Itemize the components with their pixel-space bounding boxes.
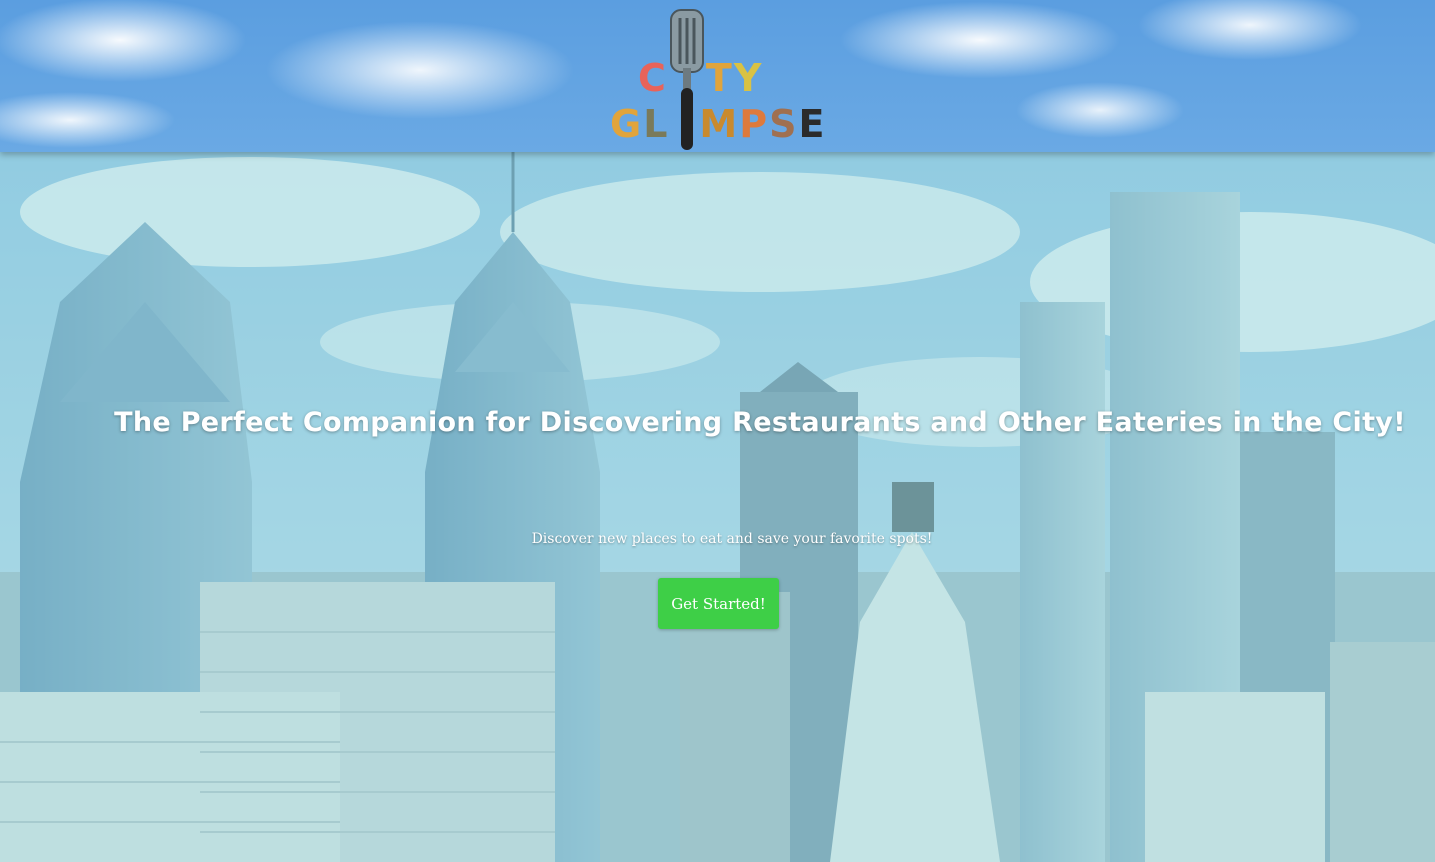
logo-letter: T bbox=[705, 56, 734, 100]
get-started-button[interactable]: Get Started! bbox=[658, 578, 779, 629]
logo-letter: L bbox=[643, 102, 670, 146]
site-header: C TY GL MPSE bbox=[0, 0, 1435, 152]
hero-section: The Perfect Companion for Discovering Re… bbox=[0, 152, 1435, 862]
logo-word-city: C TY bbox=[638, 56, 763, 100]
hero-subtitle: Discover new places to eat and save your… bbox=[531, 531, 933, 547]
city-glimpse-logo[interactable]: C TY GL MPSE bbox=[608, 8, 830, 152]
logo-letter: E bbox=[798, 102, 827, 146]
hero-tint-overlay bbox=[0, 152, 1435, 862]
logo-letter: M bbox=[699, 102, 740, 146]
logo-word-glimpse: GL MPSE bbox=[610, 102, 826, 146]
logo-letter: G bbox=[610, 102, 644, 146]
logo-letter: Y bbox=[733, 56, 764, 100]
logo-letter: S bbox=[769, 102, 799, 146]
hero-title: The Perfect Companion for Discovering Re… bbox=[114, 407, 1406, 438]
logo-letter: C bbox=[638, 56, 668, 100]
logo-letter: P bbox=[739, 102, 770, 146]
